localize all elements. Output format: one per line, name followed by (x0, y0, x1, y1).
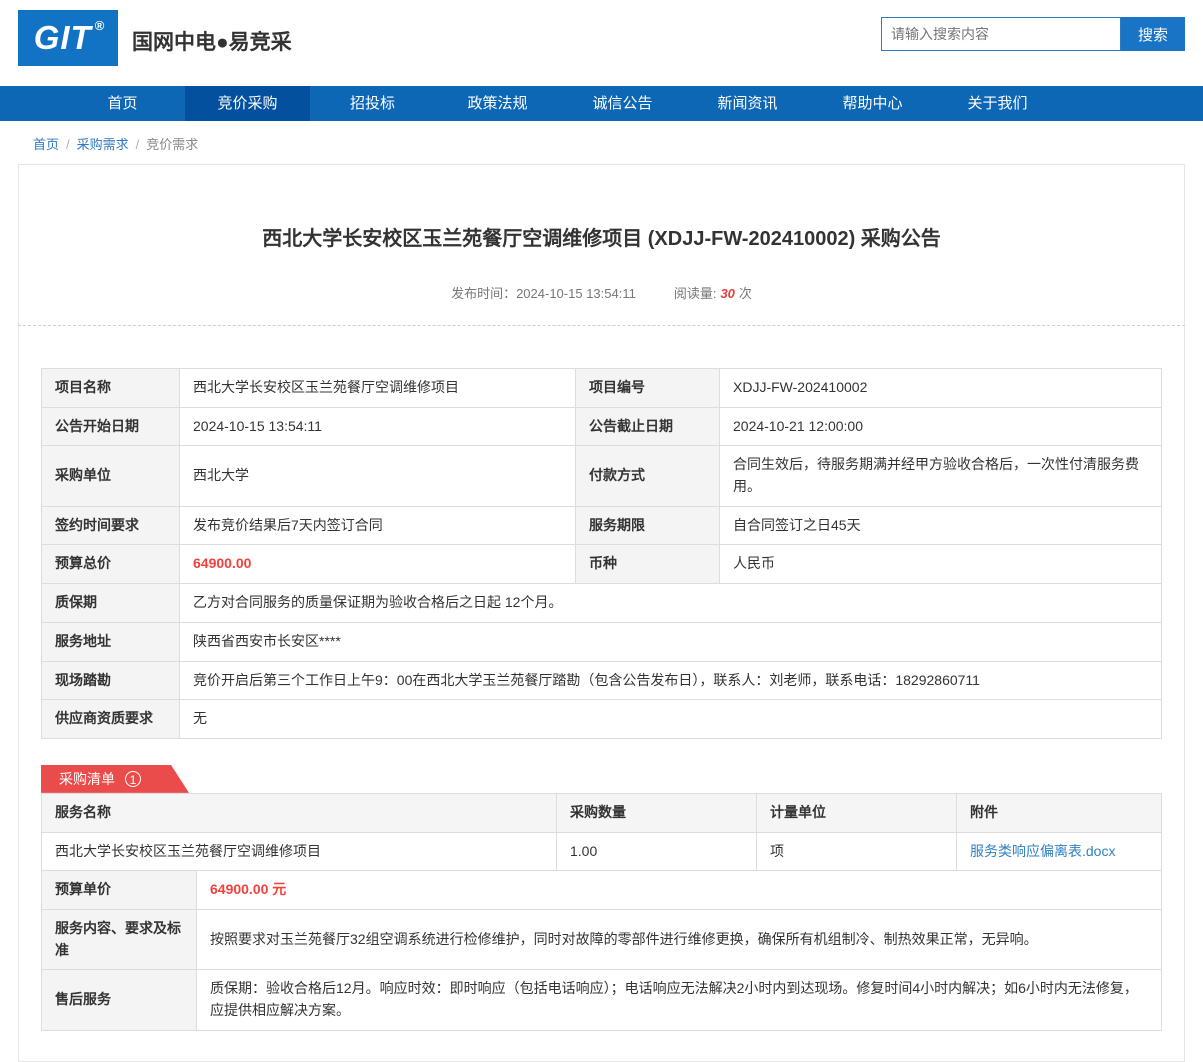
breadcrumb-home-link[interactable]: 首页 (33, 137, 59, 152)
supplier-qualification-value: 无 (179, 699, 1162, 739)
table-row: 供应商资质要求 无 (41, 699, 1162, 739)
breadcrumb-purchase-demand-link[interactable]: 采购需求 (77, 137, 129, 152)
purchase-list-badge: 采购清单 1 (41, 765, 189, 793)
purchase-list-badge-label: 采购清单 (59, 770, 115, 787)
purchaser-label: 采购单位 (41, 445, 180, 507)
table-row: 服务内容、要求及标准 按照要求对玉兰苑餐厅32组空调系统进行检修维护，同时对故障… (41, 908, 1162, 971)
supplier-qualification-label: 供应商资质要求 (41, 699, 180, 739)
site-survey-label: 现场踏勘 (41, 660, 180, 701)
table-row: 西北大学长安校区玉兰苑餐厅空调维修项目 1.00 项 服务类响应偏离表.docx (41, 831, 1162, 872)
purchase-list-count-icon: 1 (125, 771, 141, 787)
views-count: 30 (720, 286, 735, 301)
nav-item-bidding-purchase[interactable]: 竞价采购 (185, 82, 310, 121)
quantity-value: 1.00 (556, 831, 757, 872)
table-row: 服务地址 陕西省西安市长安区**** (41, 621, 1162, 662)
purchase-list-table: 服务名称 采购数量 计量单位 附件 西北大学长安校区玉兰苑餐厅空调维修项目 1.… (41, 792, 1162, 872)
attachment-link[interactable]: 服务类响应偏离表.docx (970, 843, 1115, 859)
table-row: 预算单价 64900.00 元 (41, 870, 1162, 910)
breadcrumb: 首页 / 采购需求 / 竞价需求 (0, 121, 1203, 164)
breadcrumb-separator: / (66, 137, 70, 152)
purchaser-value: 西北大学 (179, 445, 576, 507)
table-row: 签约时间要求 发布竞价结果后7天内签订合同 服务期限 自合同签订之日45天 (41, 505, 1162, 546)
breadcrumb-current: 竞价需求 (146, 137, 199, 152)
nav-item-integrity-notices[interactable]: 诚信公告 (560, 86, 685, 121)
site-brand-title: 国网中电●易竞采 (132, 31, 292, 54)
service-name-header: 服务名称 (41, 792, 557, 833)
attachment-header: 附件 (956, 792, 1162, 833)
unit-value: 项 (756, 831, 957, 872)
registered-trademark-icon: ® (94, 17, 106, 33)
table-row: 质保期 乙方对合同服务的质量保证期为验收合格后之日起 12个月。 (41, 583, 1162, 623)
warranty-value: 乙方对合同服务的质量保证期为验收合格后之日起 12个月。 (179, 583, 1162, 623)
service-content-value: 按照要求对玉兰苑餐厅32组空调系统进行检修维护，同时对故障的零部件进行维修更换，… (196, 908, 1162, 971)
budget-unit-price-label: 预算单价 (41, 870, 197, 910)
nav-item-help-center[interactable]: 帮助中心 (810, 86, 935, 121)
announcement-card: 西北大学长安校区玉兰苑餐厅空调维修项目 (XDJJ-FW-202410002) … (18, 164, 1185, 1062)
purchase-detail-table: 预算单价 64900.00 元 服务内容、要求及标准 按照要求对玉兰苑餐厅32组… (41, 870, 1162, 1031)
table-row: 公告开始日期 2024-10-15 13:54:11 公告截止日期 2024-1… (41, 406, 1162, 447)
service-period-label: 服务期限 (575, 505, 720, 546)
views-unit: 次 (738, 286, 752, 301)
search-bar: 搜索 (881, 17, 1185, 51)
table-header-row: 服务名称 采购数量 计量单位 附件 (41, 792, 1162, 833)
table-row: 售后服务 质保期：验收合格后12月。响应时效：即时响应（包括电话响应）；电话响应… (41, 969, 1162, 1031)
search-input[interactable] (881, 17, 1121, 51)
notice-start-value: 2024-10-15 13:54:11 (179, 406, 576, 447)
nav-item-policies[interactable]: 政策法规 (435, 86, 560, 121)
quantity-header: 采购数量 (556, 792, 757, 833)
project-code-label: 项目编号 (575, 368, 720, 408)
notice-end-value: 2024-10-21 12:00:00 (719, 406, 1162, 447)
after-sales-value: 质保期：验收合格后12月。响应时效：即时响应（包括电话响应）；电话响应无法解决2… (196, 969, 1162, 1031)
nav-item-about-us[interactable]: 关于我们 (935, 86, 1060, 121)
git-logo-text: GIT (33, 19, 92, 56)
project-info-table: 项目名称 西北大学长安校区玉兰苑餐厅空调维修项目 项目编号 XDJJ-FW-20… (41, 368, 1162, 739)
payment-method-value: 合同生效后，待服务期满并经甲方验收合格后，一次性付清服务费用。 (719, 445, 1162, 507)
budget-total-label: 预算总价 (41, 544, 180, 585)
project-code-value: XDJJ-FW-202410002 (719, 368, 1162, 408)
budget-total-value: 64900.00 (179, 544, 576, 585)
dashed-divider (18, 325, 1185, 326)
table-row: 采购单位 西北大学 付款方式 合同生效后，待服务期满并经甲方验收合格后，一次性付… (41, 445, 1162, 507)
service-content-label: 服务内容、要求及标准 (41, 908, 197, 971)
currency-value: 人民币 (719, 544, 1162, 585)
git-logo[interactable]: GIT ® (18, 10, 118, 66)
breadcrumb-separator: / (135, 137, 140, 152)
nav-item-home[interactable]: 首页 (60, 86, 185, 121)
site-survey-value: 竞价开启后第三个工作日上午9：00在西北大学玉兰苑餐厅踏勘（包含公告发布日），联… (179, 660, 1162, 701)
service-address-label: 服务地址 (41, 621, 180, 662)
nav-item-tenders[interactable]: 招投标 (310, 86, 435, 121)
payment-method-label: 付款方式 (575, 445, 720, 507)
table-row: 现场踏勘 竞价开启后第三个工作日上午9：00在西北大学玉兰苑餐厅踏勘（包含公告发… (41, 660, 1162, 701)
service-address-value: 陕西省西安市长安区**** (179, 621, 1162, 662)
signing-time-label: 签约时间要求 (41, 505, 180, 546)
project-name-value: 西北大学长安校区玉兰苑餐厅空调维修项目 (179, 368, 576, 408)
publish-time-label: 发布时间： (451, 286, 517, 301)
announcement-meta: 发布时间：2024-10-15 13:54:11 阅读量: 30 次 (41, 283, 1162, 302)
page-title: 西北大学长安校区玉兰苑餐厅空调维修项目 (XDJJ-FW-202410002) … (262, 228, 941, 250)
after-sales-label: 售后服务 (41, 969, 197, 1031)
site-header: GIT® 国网中电●易竞采 搜索 (0, 0, 1203, 86)
nav-item-news[interactable]: 新闻资讯 (685, 86, 810, 121)
notice-start-label: 公告开始日期 (41, 406, 180, 447)
table-row: 预算总价 64900.00 币种 人民币 (41, 544, 1162, 585)
service-name-value: 西北大学长安校区玉兰苑餐厅空调维修项目 (41, 831, 557, 872)
publish-time-value: 2024-10-15 13:54:11 (516, 286, 636, 301)
main-nav: 首页 竞价采购 招投标 政策法规 诚信公告 新闻资讯 帮助中心 关于我们 (0, 82, 1203, 121)
search-button[interactable]: 搜索 (1121, 17, 1185, 51)
views-label: 阅读量: (673, 286, 717, 301)
unit-header: 计量单位 (756, 792, 957, 833)
notice-end-label: 公告截止日期 (575, 406, 720, 447)
warranty-label: 质保期 (41, 583, 180, 623)
project-name-label: 项目名称 (41, 368, 180, 408)
currency-label: 币种 (575, 544, 720, 585)
signing-time-value: 发布竞价结果后7天内签订合同 (179, 505, 576, 546)
budget-unit-price-value: 64900.00 元 (196, 870, 1162, 910)
service-period-value: 自合同签订之日45天 (719, 505, 1162, 546)
table-row: 项目名称 西北大学长安校区玉兰苑餐厅空调维修项目 项目编号 XDJJ-FW-20… (41, 368, 1162, 408)
